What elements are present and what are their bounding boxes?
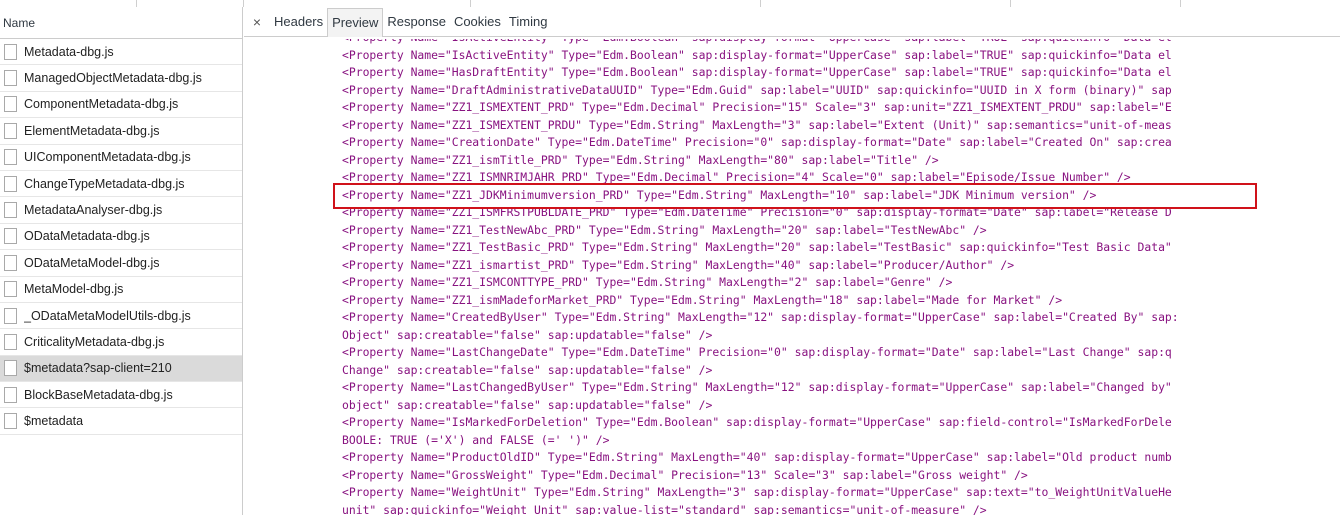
file-icon <box>4 228 17 245</box>
highlighted-code-line: <Property Name="ZZ1_JDKMinimumversion_PR… <box>342 187 1097 202</box>
code-line: <Property Name="IsActiveEntity" Type="Ed… <box>342 39 1340 47</box>
file-list-item[interactable]: _ODataMetaModelUtils-dbg.js <box>0 303 242 330</box>
file-name: CriticalityMetadata-dbg.js <box>24 334 165 349</box>
code-line: <Property Name="HasDraftEntity" Type="Ed… <box>342 65 1172 79</box>
code-line: <Property Name="ZZ1_ismMadeforMarket_PRD… <box>342 292 1063 307</box>
code-line: <Property Name="ZZ1_ISMCONTTYPE_PRD" Typ… <box>342 275 953 289</box>
top-toolbar-strip <box>0 0 1340 7</box>
file-list-item[interactable]: BlockBaseMetadata-dbg.js <box>0 382 242 409</box>
file-name: $metadata?sap-client=210 <box>24 361 172 376</box>
file-list-item[interactable]: $metadata <box>0 408 242 435</box>
request-detail-panel: × Headers Preview Response Cookies Timing <P… <box>244 7 1340 515</box>
name-column-header[interactable]: Name <box>0 7 242 39</box>
code-line: <Property Name="DraftAdministrativeDataU… <box>342 82 1172 97</box>
file-name: BlockBaseMetadata-dbg.js <box>24 387 173 402</box>
code-line: <Property Name="LastChangeDate" Type="Ed… <box>342 345 1172 359</box>
file-name: UIComponentMetadata-dbg.js <box>24 150 191 165</box>
file-list-item[interactable]: UIComponentMetadata-dbg.js <box>0 145 242 171</box>
tab-response[interactable]: Response <box>383 7 450 37</box>
file-icon <box>4 386 17 403</box>
detail-tab-bar: × Headers Preview Response Cookies Timing <box>244 7 1340 37</box>
file-name: MetadataAnalyser-dbg.js <box>24 203 163 218</box>
tab-preview[interactable]: Preview <box>327 7 384 37</box>
file-name: ManagedObjectMetadata-dbg.js <box>24 71 202 86</box>
code-line: <Property Name="ZZ1_TestBasic_PRD" Type=… <box>342 240 1172 254</box>
code-line: <Property Name="ZZ1_ISMNRIMJAHR_PRD" Typ… <box>342 170 1131 184</box>
file-list-item[interactable]: ChangeTypeMetadata-dbg.js <box>0 171 242 198</box>
code-line: BOOLE: TRUE (='X') and FALSE (=' ')" /> <box>342 432 610 447</box>
file-name: ODataMetadata-dbg.js <box>24 229 150 244</box>
code-line: <Property Name="IsMarkedForDeletion" Typ… <box>342 415 1172 429</box>
code-line: <Property Name="ZZ1_ismTitle_PRD" Type="… <box>342 152 939 167</box>
file-name: ElementMetadata-dbg.js <box>24 123 160 138</box>
file-list-item[interactable]: CriticalityMetadata-dbg.js <box>0 329 242 356</box>
file-icon <box>4 70 17 87</box>
code-line: unit" sap:quickinfo="Weight Unit" sap:va… <box>342 502 987 515</box>
file-icon <box>4 254 17 271</box>
file-list-item[interactable]: ManagedObjectMetadata-dbg.js <box>0 65 242 92</box>
file-name: ChangeTypeMetadata-dbg.js <box>24 176 185 191</box>
tab-headers[interactable]: Headers <box>270 7 327 37</box>
file-icon <box>4 307 17 324</box>
file-icon <box>4 149 17 166</box>
file-icon <box>4 281 17 298</box>
file-icon <box>4 413 17 430</box>
file-icon <box>4 360 17 377</box>
code-line: <Property Name="ZZ1_ISMFRSTPUBLDATE_PRD"… <box>342 205 1172 219</box>
file-list-item[interactable]: ElementMetadata-dbg.js <box>0 118 242 145</box>
file-name: ComponentMetadata-dbg.js <box>24 97 179 112</box>
close-icon[interactable]: × <box>244 14 270 30</box>
file-icon <box>4 122 17 139</box>
file-list-item[interactable]: Metadata-dbg.js <box>0 39 242 66</box>
file-icon <box>4 333 17 350</box>
file-icon <box>4 96 17 113</box>
code-line: <Property Name="IsActiveEntity" Type="Ed… <box>342 47 1172 62</box>
code-line: Change" sap:creatable="false" sap:updata… <box>342 362 713 377</box>
code-line: <Property Name="ZZ1_ISMEXTENT_PRDU" Type… <box>342 117 1172 132</box>
file-name: MetaModel-dbg.js <box>24 282 124 297</box>
preview-xml-content: <Property Name="IsActiveEntity" Type="Ed… <box>342 39 1340 515</box>
file-list-item[interactable]: MetadataAnalyser-dbg.js <box>0 197 242 224</box>
code-line: <Property Name="CreationDate" Type="Edm.… <box>342 135 1172 149</box>
code-line: <Property Name="ZZ1_ismartist_PRD" Type=… <box>342 257 1015 272</box>
code-line: <Property Name="ProductOldID" Type="Edm.… <box>342 450 1172 464</box>
file-icon <box>4 43 17 60</box>
file-list: Metadata-dbg.js ManagedObjectMetadata-dbg… <box>0 39 242 435</box>
code-line: <Property Name="CreatedByUser" Type="Edm… <box>342 310 1179 324</box>
file-name: _ODataMetaModelUtils-dbg.js <box>24 308 191 323</box>
file-list-item[interactable]: ComponentMetadata-dbg.js <box>0 92 242 119</box>
file-name: ODataMetaModel-dbg.js <box>24 255 160 270</box>
code-line: <Property Name="ZZ1_ISMEXTENT_PRD" Type=… <box>342 100 1172 114</box>
file-list-item[interactable]: $metadata?sap-client=210 <box>0 355 242 383</box>
file-name: $metadata <box>24 414 84 429</box>
file-list-item[interactable]: ODataMetadata-dbg.js <box>0 224 242 251</box>
code-line: <Property Name="ZZ1_TestNewAbc_PRD" Type… <box>342 222 987 237</box>
code-line: <Property Name="WeightUnit" Type="Edm.St… <box>342 485 1172 499</box>
code-line: object" sap:creatable="false" sap:updata… <box>342 397 713 412</box>
file-list-item[interactable]: MetaModel-dbg.js <box>0 277 242 303</box>
tab-timing[interactable]: Timing <box>505 7 552 37</box>
tab-cookies[interactable]: Cookies <box>450 7 505 37</box>
file-list-item[interactable]: ODataMetaModel-dbg.js <box>0 250 242 277</box>
file-icon <box>4 175 17 192</box>
code-line: <Property Name="GrossWeight" Type="Edm.D… <box>342 467 1028 482</box>
code-line: <Property Name="LastChangedByUser" Type=… <box>342 380 1172 394</box>
file-name: Metadata-dbg.js <box>24 44 114 59</box>
code-line: Object" sap:creatable="false" sap:updata… <box>342 327 713 342</box>
network-request-list: Name Metadata-dbg.js ManagedObjectMetadat… <box>0 7 243 515</box>
file-icon <box>4 202 17 219</box>
